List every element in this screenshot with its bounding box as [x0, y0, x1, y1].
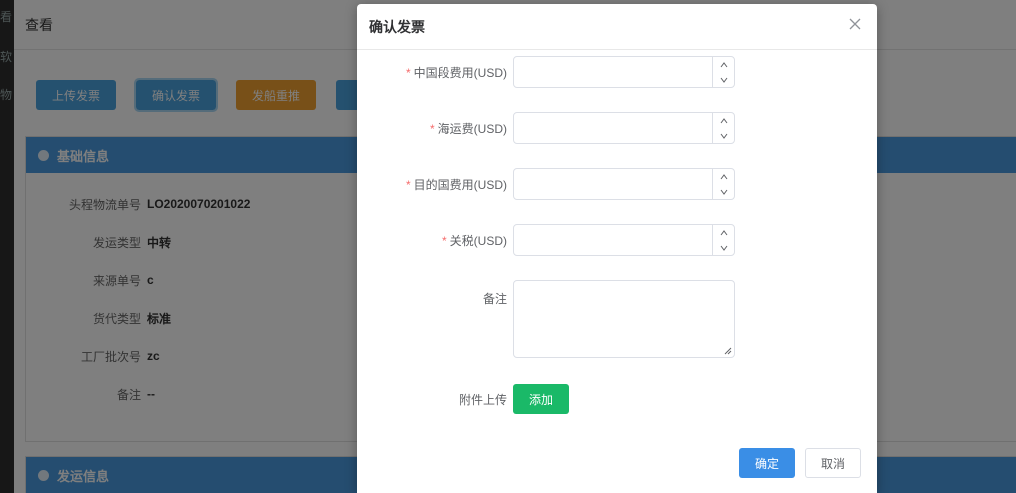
chevron-down-icon[interactable] [713, 128, 734, 143]
chevron-up-icon[interactable] [713, 225, 734, 240]
chevron-up-icon[interactable] [713, 57, 734, 72]
number-stepper [712, 225, 734, 255]
number-stepper [712, 57, 734, 87]
required-mark: * [405, 65, 411, 80]
close-icon[interactable] [847, 16, 863, 32]
confirm-invoice-dialog: 确认发票 * 中国段费用(USD) * 海运费(USD) * 目的国费用(USD… [357, 4, 877, 493]
form-row: 附件上传 添加 [357, 384, 877, 414]
number-stepper [712, 113, 734, 143]
ocean-freight-input[interactable] [513, 112, 735, 144]
chevron-up-icon[interactable] [713, 169, 734, 184]
required-mark: * [441, 233, 447, 248]
form-row: 备注 [357, 280, 877, 358]
form-row: * 目的国费用(USD) [357, 168, 877, 200]
add-attachment-button[interactable]: 添加 [513, 384, 569, 414]
form-row: * 海运费(USD) [357, 112, 877, 144]
destination-fee-input[interactable] [513, 168, 735, 200]
field-label: * 海运费(USD) [429, 121, 507, 136]
chevron-up-icon[interactable] [713, 113, 734, 128]
chevron-down-icon[interactable] [713, 72, 734, 87]
confirm-button[interactable]: 确定 [739, 448, 795, 478]
cancel-button[interactable]: 取消 [805, 448, 861, 478]
number-stepper [712, 169, 734, 199]
form-row: * 中国段费用(USD) [357, 56, 877, 88]
required-mark: * [429, 121, 435, 136]
field-label: * 目的国费用(USD) [405, 177, 507, 192]
dialog-footer: 确定 取消 [739, 448, 861, 478]
resize-handle-icon[interactable] [724, 347, 732, 355]
chevron-down-icon[interactable] [713, 184, 734, 199]
dialog-title: 确认发票 [357, 4, 877, 50]
field-label: * 关税(USD) [441, 233, 507, 248]
required-mark: * [405, 177, 411, 192]
tariff-input[interactable] [513, 224, 735, 256]
attachment-label: 附件上传 [458, 392, 507, 407]
form-row: * 关税(USD) [357, 224, 877, 256]
remark-label: 备注 [482, 292, 507, 306]
china-fee-input[interactable] [513, 56, 735, 88]
remark-textarea[interactable] [513, 280, 735, 358]
field-label: * 中国段费用(USD) [405, 65, 507, 80]
chevron-down-icon[interactable] [713, 240, 734, 255]
